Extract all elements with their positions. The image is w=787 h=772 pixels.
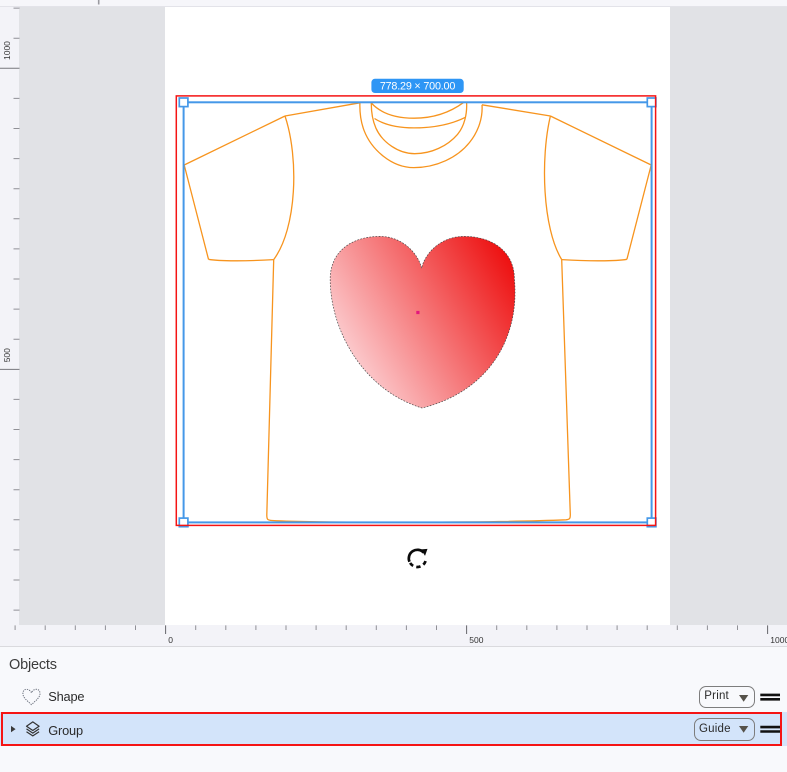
svg-text:0: 0	[168, 635, 173, 645]
svg-text:500: 500	[469, 635, 483, 645]
svg-text:778.29 × 700.00: 778.29 × 700.00	[380, 81, 456, 93]
svg-text:1000: 1000	[770, 635, 787, 645]
svg-text:1000: 1000	[2, 41, 12, 60]
svg-text:500: 500	[2, 348, 12, 362]
